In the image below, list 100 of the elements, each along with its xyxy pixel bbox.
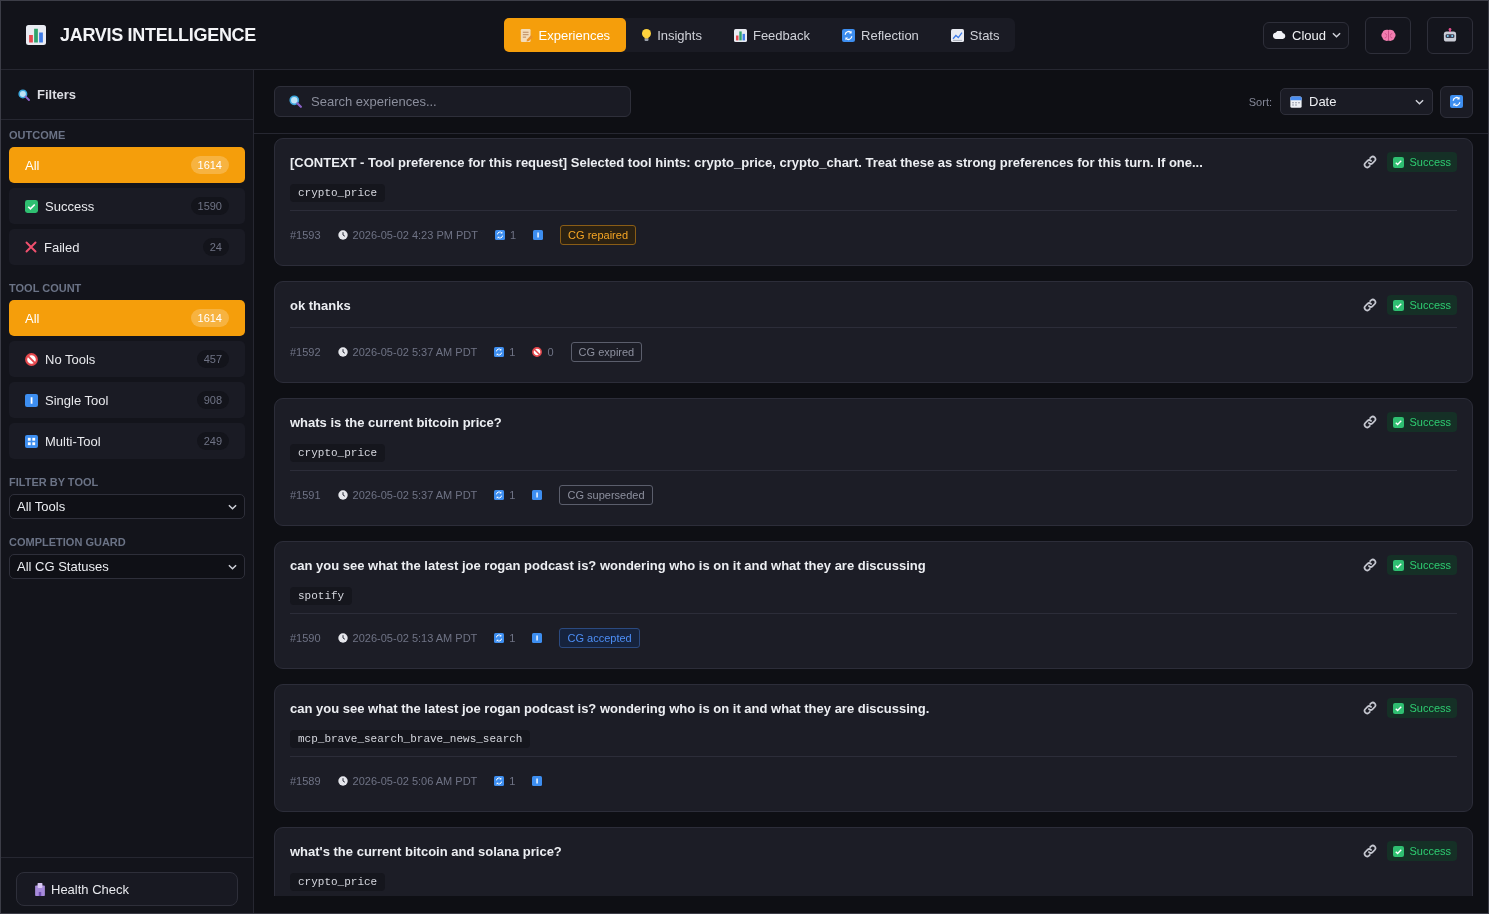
refresh-icon <box>494 490 505 500</box>
timestamp: 2026-05-02 5:13 AM PDT <box>352 632 478 644</box>
memo-icon <box>519 28 533 42</box>
tool-tag: spotify <box>290 587 353 605</box>
line-chart-icon <box>950 28 964 42</box>
count-badge: 1614 <box>190 156 229 174</box>
status-badge: Success <box>1387 295 1457 315</box>
iteration-count: 1 <box>509 632 516 644</box>
no-entry-icon <box>532 347 543 357</box>
check-icon <box>1393 559 1405 571</box>
experience-number: #1593 <box>290 229 321 241</box>
check-icon <box>1393 416 1405 428</box>
refresh-icon <box>494 230 505 240</box>
check-icon <box>1393 156 1405 168</box>
nav-tab[interactable]: Feedback <box>717 18 827 52</box>
clock-icon <box>337 633 348 643</box>
experience-title: what's the current bitcoin and solana price? <box>290 843 562 859</box>
check-icon <box>1393 299 1405 311</box>
cg-status-badge: CG superseded <box>559 485 653 505</box>
refresh-icon <box>1450 95 1463 108</box>
search-field[interactable]: Search experiences... <box>274 86 631 117</box>
nav-tab[interactable]: Stats <box>934 18 1016 52</box>
lightbulb-icon <box>642 29 652 41</box>
refresh-icon <box>494 347 505 357</box>
filter-item[interactable]: Multi-Tool 249 <box>9 423 245 459</box>
number-tile-icon <box>532 633 543 643</box>
calendar-icon <box>1290 95 1302 108</box>
bar-chart-icon <box>733 28 747 42</box>
experience-title: can you see what the latest joe rogan podcast is? wondering who is on it and what they are discussing <box>290 557 926 573</box>
experience-title: can you see what the latest joe rogan podcast is? wondering who is on it and what they are discussing. <box>290 700 930 716</box>
chevron-down-icon <box>228 503 237 510</box>
filter-item[interactable]: Failed 24 <box>9 229 245 265</box>
nav-tab[interactable]: Reflection <box>826 18 935 52</box>
link-icon[interactable] <box>1363 298 1378 312</box>
check-icon <box>1393 845 1405 857</box>
count-badge: 1614 <box>190 309 229 327</box>
search-icon <box>18 88 30 101</box>
tool-tag: crypto_price <box>290 184 386 202</box>
check-icon <box>1393 702 1405 714</box>
filter-select[interactable]: All Tools <box>9 494 245 519</box>
status-badge: Success <box>1387 152 1457 172</box>
number-tile-icon <box>532 776 543 786</box>
tool-tag: crypto_price <box>290 873 386 891</box>
cg-status-badge: CG repaired <box>560 225 636 245</box>
robot-icon <box>1443 28 1457 42</box>
count-badge: 457 <box>196 350 229 368</box>
iteration-count: 1 <box>509 229 517 241</box>
count-badge: 1590 <box>190 197 229 215</box>
tool-count: 0 <box>547 346 554 358</box>
tool-tag: mcp_brave_search_brave_news_search <box>290 730 531 748</box>
sidebar-title: Filters <box>37 87 76 102</box>
tool-tag: crypto_price <box>290 444 386 462</box>
section-heading: OUTCOME <box>9 129 67 142</box>
number-tile-icon <box>25 393 38 407</box>
filter-item[interactable]: Success 1590 <box>9 188 245 224</box>
number-grid-icon <box>25 434 38 448</box>
status-badge: Success <box>1387 841 1457 861</box>
iteration-count: 1 <box>509 489 516 501</box>
environment-select[interactable]: Cloud <box>1263 21 1349 49</box>
cg-status-badge: CG expired <box>570 342 643 362</box>
filter-item[interactable]: No Tools 457 <box>9 341 245 377</box>
check-icon <box>25 199 38 213</box>
refresh-button[interactable] <box>1440 85 1473 118</box>
number-tile-icon <box>532 490 543 500</box>
cross-icon <box>25 241 37 253</box>
filter-item[interactable]: Single Tool 908 <box>9 382 245 418</box>
status-badge: Success <box>1387 698 1457 718</box>
section-heading: COMPLETION GUARD <box>9 536 127 549</box>
bar-chart-icon <box>26 25 46 45</box>
icon-button[interactable] <box>1365 16 1411 54</box>
chevron-down-icon <box>1415 98 1424 105</box>
icon-button[interactable] <box>1427 16 1473 54</box>
section-heading: FILTER BY TOOL <box>9 476 100 489</box>
count-badge: 249 <box>196 432 229 450</box>
sort-select[interactable]: Date <box>1280 88 1433 115</box>
experience-number: #1589 <box>290 775 321 787</box>
status-badge: Success <box>1387 412 1457 432</box>
status-badge: Success <box>1387 555 1457 575</box>
experience-title: [CONTEXT - Tool preference for this request] Selected tool hints: crypto_price, crypto_chart. Treat these as strong preferences for this turn. If one... <box>290 154 1203 170</box>
link-icon[interactable] <box>1363 701 1378 715</box>
link-icon[interactable] <box>1363 155 1378 169</box>
nav-tab[interactable]: Insights <box>626 18 718 52</box>
health-check-button[interactable]: Health Check <box>16 872 238 906</box>
link-icon[interactable] <box>1363 415 1378 429</box>
refresh-icon <box>842 28 856 42</box>
experience-number: #1591 <box>290 489 321 501</box>
sort-label: Sort: <box>1248 95 1272 108</box>
filter-select[interactable]: All CG Statuses <box>9 554 245 579</box>
building-icon <box>35 882 45 896</box>
chevron-down-icon <box>228 563 237 570</box>
link-icon[interactable] <box>1363 844 1378 858</box>
iteration-count: 1 <box>509 346 516 358</box>
section-heading: TOOL COUNT <box>9 282 83 295</box>
app-title: JARVIS INTELLIGENCE <box>60 24 256 46</box>
chevron-down-icon <box>1332 32 1341 38</box>
timestamp: 2026-05-02 5:06 AM PDT <box>352 775 478 787</box>
timestamp: 2026-05-02 5:37 AM PDT <box>352 346 478 358</box>
experience-number: #1590 <box>290 632 321 644</box>
search-icon <box>289 95 302 108</box>
link-icon[interactable] <box>1363 558 1378 572</box>
